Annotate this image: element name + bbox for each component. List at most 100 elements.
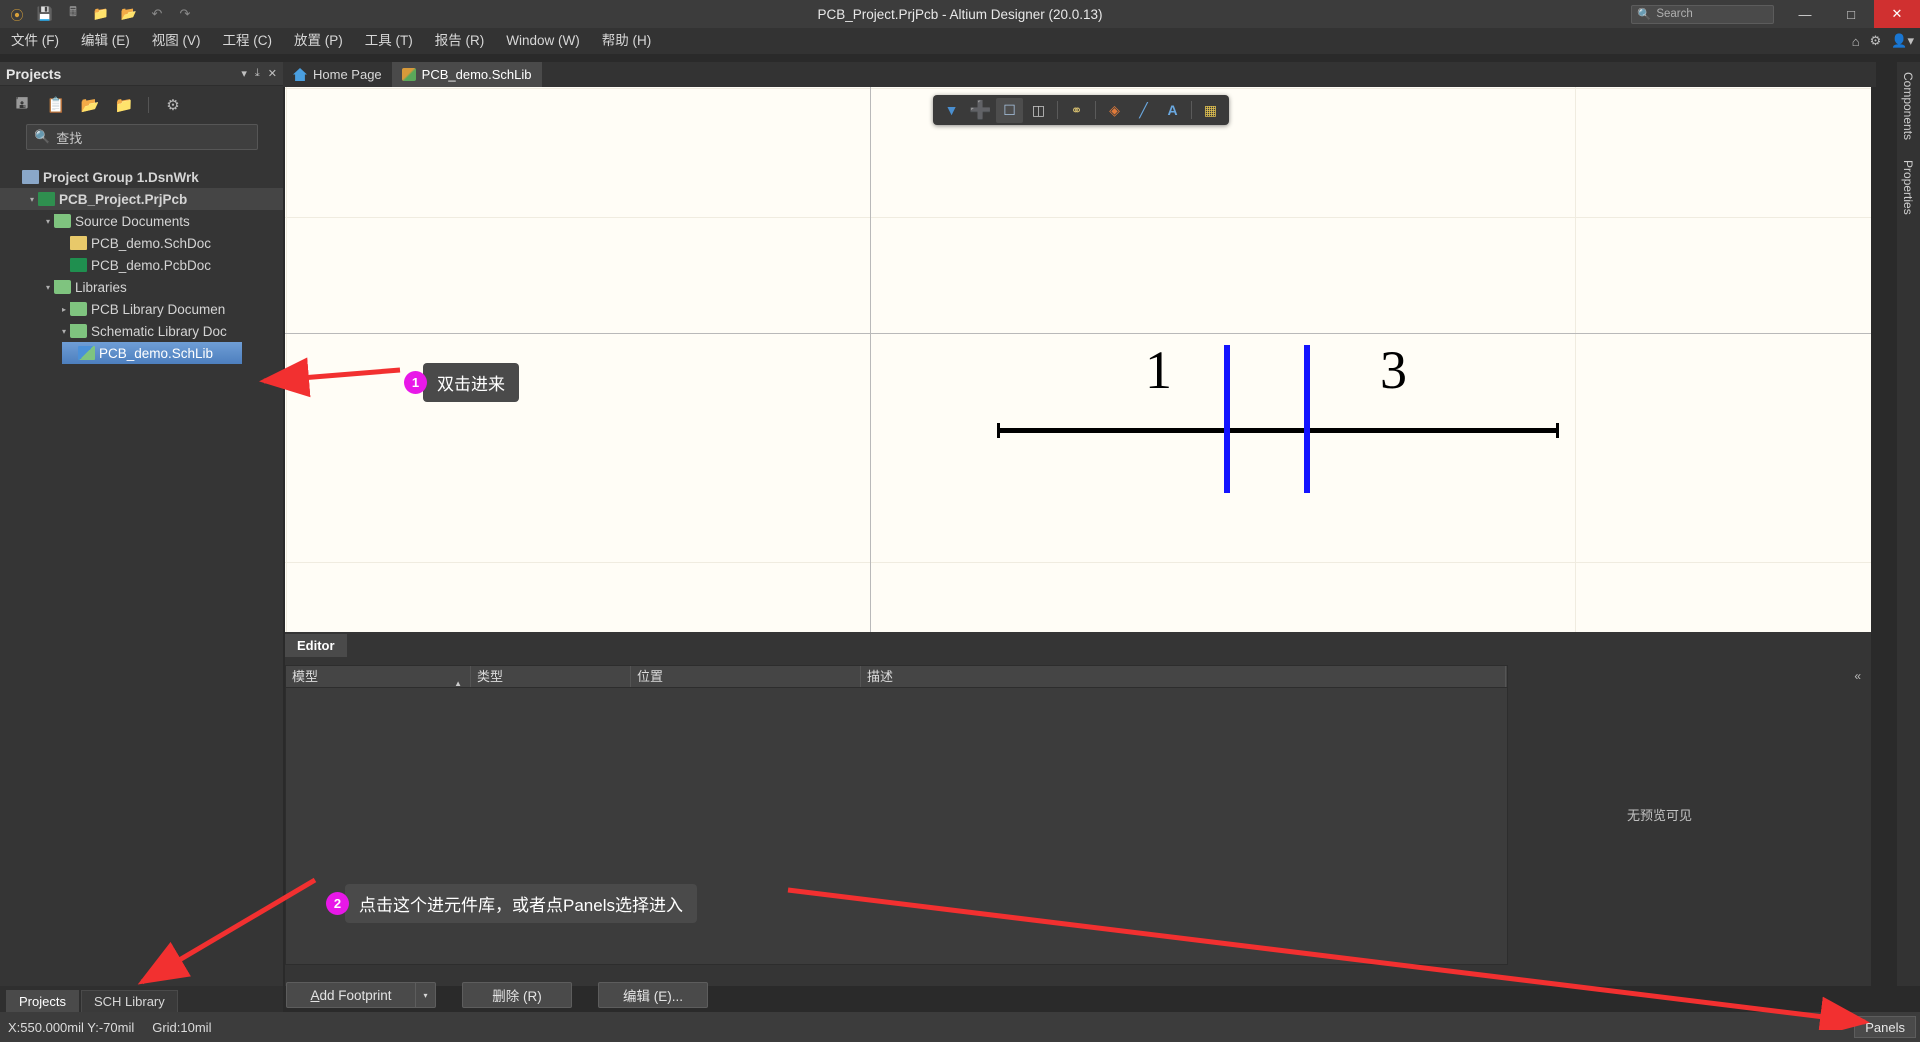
- search-icon: 🔍: [1637, 9, 1652, 21]
- add-footprint-group: Add Footprint ▾: [286, 982, 436, 1008]
- save-all-icon[interactable]: 🖩: [60, 2, 86, 26]
- align-icon[interactable]: ◫: [1025, 98, 1052, 123]
- model-table-header: 模型 ▲ 类型 位置 描述: [286, 666, 1507, 688]
- doc-tab-pcb-demo-schlib[interactable]: PCB_demo.SchLib: [391, 62, 542, 87]
- tab-components[interactable]: Components: [1897, 62, 1919, 150]
- open-folder-options-icon[interactable]: 📁: [114, 95, 134, 115]
- delete-button[interactable]: 删除 (R): [462, 982, 572, 1008]
- model-area: 模型 ▲ 类型 位置 描述 « 无预览可见: [285, 657, 1871, 986]
- left-panel-tabs: Projects SCH Library: [0, 986, 283, 1012]
- tree-item-pcb-project-prjpcb[interactable]: ▾ PCB_Project.PrjPcb: [0, 188, 283, 210]
- filter-icon[interactable]: ▼: [938, 98, 965, 123]
- doc-tab-home-page[interactable]: Home Page: [283, 62, 392, 87]
- schematic-library-canvas[interactable]: 1 3: [285, 87, 1871, 632]
- menu-file[interactable]: 文件 (F): [0, 28, 70, 54]
- redo-icon[interactable]: ↷: [172, 2, 198, 26]
- line-icon[interactable]: ╱: [1130, 98, 1157, 123]
- user-icon[interactable]: 👤▾: [1891, 33, 1914, 49]
- status-coordinates: X:550.000mil Y:-70mil: [8, 1019, 135, 1035]
- search-input[interactable]: 🔍 Search: [1631, 4, 1774, 24]
- close-icon[interactable]: ✕: [268, 67, 277, 80]
- column-header-2[interactable]: 位置: [631, 666, 861, 687]
- polygon-icon[interactable]: ◈: [1101, 98, 1128, 123]
- toolbar-divider: [148, 97, 149, 113]
- add-footprint-dropdown-icon[interactable]: ▾: [416, 982, 436, 1008]
- menu-edit[interactable]: 编辑 (E): [70, 28, 141, 54]
- menu-project[interactable]: 工程 (C): [212, 28, 284, 54]
- chevron-down-icon[interactable]: ▾: [241, 67, 247, 80]
- tree-item-pcb-demo-schlib[interactable]: PCB_demo.SchLib: [62, 342, 242, 364]
- save-icon[interactable]: 🖪: [12, 95, 32, 115]
- projects-panel-header: Projects ▾ ⤓ ✕: [0, 62, 283, 86]
- rectangle-select-icon[interactable]: ☐: [996, 97, 1023, 123]
- tree-item-libraries[interactable]: ▾ Libraries: [0, 276, 283, 298]
- pin-icon[interactable]: ⚭: [1063, 98, 1090, 123]
- tab-editor[interactable]: Editor: [285, 634, 347, 657]
- tree-item-label: PCB_Project.PrjPcb: [59, 191, 188, 207]
- crosshair-icon[interactable]: ➕: [967, 98, 994, 123]
- text-icon[interactable]: A: [1159, 98, 1186, 123]
- minimize-button[interactable]: —: [1782, 0, 1828, 28]
- tree-item-pcb-demo-schdoc[interactable]: PCB_demo.SchDoc: [0, 232, 283, 254]
- open-project-icon[interactable]: 📂: [116, 2, 142, 26]
- undo-icon[interactable]: ↶: [144, 2, 170, 26]
- column-header-1[interactable]: 类型: [471, 666, 631, 687]
- tree-expander-icon[interactable]: ▾: [26, 195, 38, 204]
- save-icon[interactable]: 💾: [32, 2, 58, 26]
- left-tab-sch-library[interactable]: SCH Library: [80, 990, 178, 1012]
- left-tab-projects[interactable]: Projects: [6, 990, 79, 1012]
- menu-window[interactable]: Window (W): [495, 28, 591, 54]
- close-button[interactable]: ✕: [1874, 0, 1920, 28]
- search-input[interactable]: 🔍 查找: [26, 124, 258, 150]
- open-icon[interactable]: 📁: [88, 2, 114, 26]
- panels-button[interactable]: Panels: [1854, 1016, 1916, 1038]
- column-header-0[interactable]: 模型 ▲: [286, 666, 471, 688]
- projects-panel-toolbar: 🖪 📋 📂 📁 ⚙: [0, 86, 283, 124]
- tree-item-pcb-library-documen[interactable]: ▸ PCB Library Documen: [0, 298, 283, 320]
- component-icon[interactable]: ▦: [1197, 98, 1224, 123]
- menu-reports[interactable]: 报告 (R): [424, 28, 496, 54]
- tree-expander-icon[interactable]: ▾: [42, 283, 54, 292]
- maximize-button[interactable]: □: [1828, 0, 1874, 28]
- pin-label-1: 1: [1145, 340, 1172, 400]
- tree-item-source-documents[interactable]: ▾ Source Documents: [0, 210, 283, 232]
- sort-arrow-icon: ▲: [454, 679, 462, 688]
- open-folder-icon[interactable]: 📂: [80, 95, 100, 115]
- compile-icon[interactable]: 📋: [46, 95, 66, 115]
- annotation-badge-1: 1: [404, 371, 427, 394]
- add-footprint-button[interactable]: Add Footprint: [286, 982, 416, 1008]
- projects-panel: Projects ▾ ⤓ ✕ 🖪 📋 📂 📁 ⚙ 🔍 查找 Project Gr…: [0, 62, 283, 986]
- tree-item-pcb-demo-pcbdoc[interactable]: PCB_demo.PcbDoc: [0, 254, 283, 276]
- home-icon[interactable]: ⌂: [1852, 34, 1860, 49]
- preview-empty-text: 无预览可见: [1626, 808, 1692, 823]
- menu-place[interactable]: 放置 (P): [283, 28, 354, 54]
- menu-tools[interactable]: 工具 (T): [354, 28, 424, 54]
- tree-item-schematic-library-doc[interactable]: ▾ Schematic Library Doc: [0, 320, 283, 342]
- menu-view[interactable]: 视图 (V): [141, 28, 212, 54]
- pin-icon[interactable]: ⤓: [255, 67, 260, 80]
- column-header-3[interactable]: 描述: [861, 666, 1506, 687]
- gear-icon[interactable]: ⚙: [163, 95, 183, 115]
- altium-logo-icon[interactable]: ⦿: [4, 2, 30, 26]
- tree-item-label: Source Documents: [75, 213, 190, 229]
- canvas-floating-toolbar: ▼ ➕ ☐ ◫ ⚭ ◈ ╱ A ▦: [933, 95, 1229, 125]
- schdoc-icon: [70, 236, 87, 250]
- collapse-icon[interactable]: «: [1854, 669, 1861, 683]
- right-dock: Components Properties: [1896, 62, 1920, 986]
- capacitor-wire: [997, 428, 1559, 433]
- tab-properties[interactable]: Properties: [1897, 150, 1919, 225]
- gear-icon[interactable]: ⚙: [1870, 33, 1882, 49]
- edit-button[interactable]: 编辑 (E)...: [598, 982, 708, 1008]
- search-icon: 🔍: [34, 129, 51, 144]
- home-icon: [293, 68, 307, 81]
- tree-expander-icon[interactable]: ▸: [58, 305, 70, 314]
- tree-expander-icon[interactable]: ▾: [58, 327, 70, 336]
- tree-item-label: Libraries: [75, 279, 127, 295]
- annotation-bubble-1: 双击进来: [416, 363, 519, 402]
- menu-help[interactable]: 帮助 (H): [591, 28, 663, 54]
- project-tree: Project Group 1.DsnWrk ▾ PCB_Project.PrjPc…: [0, 166, 283, 364]
- column-header-label: 描述: [867, 669, 894, 684]
- tree-item-project-group-1-dsnwrk[interactable]: Project Group 1.DsnWrk: [0, 166, 283, 188]
- tree-expander-icon[interactable]: ▾: [42, 217, 54, 226]
- schlib-icon: [78, 346, 95, 360]
